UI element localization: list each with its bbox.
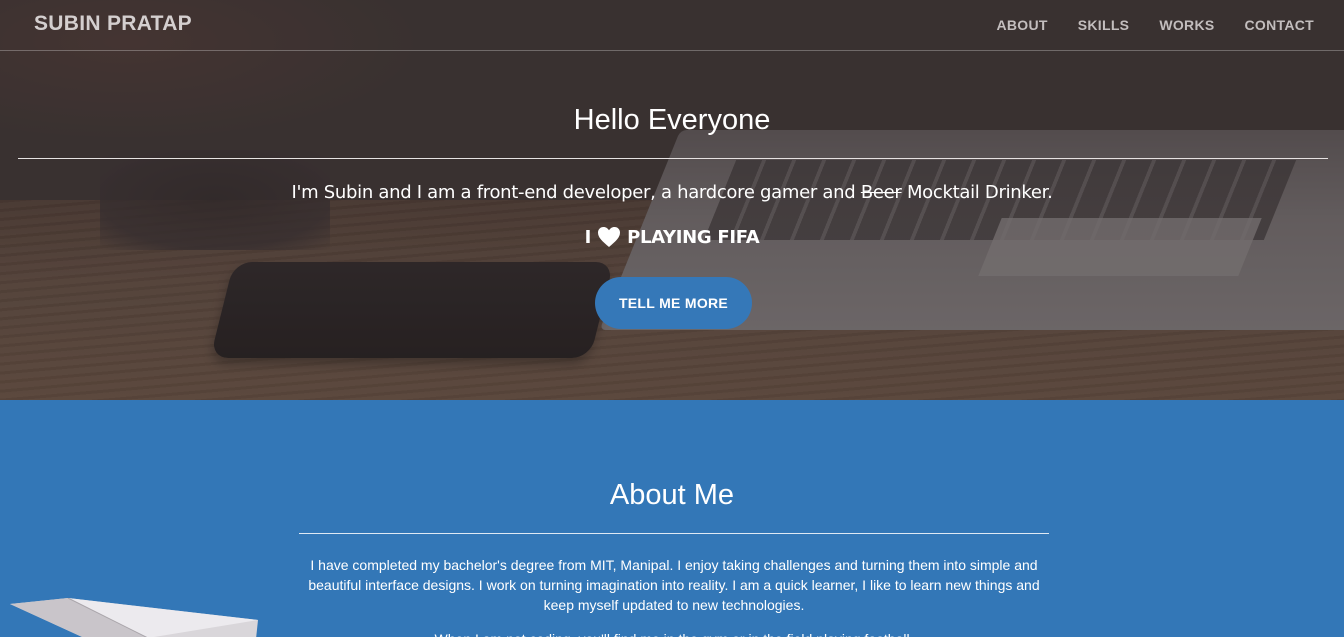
top-navbar: SUBIN PRATAP ABOUT SKILLS WORKS CONTACT <box>0 0 1344 51</box>
paper-plane-image <box>8 597 260 637</box>
tell-me-more-button[interactable]: TELL ME MORE <box>595 277 752 329</box>
brand-logo[interactable]: SUBIN PRATAP <box>34 12 192 36</box>
about-divider <box>299 533 1049 534</box>
love-prefix: I <box>584 226 592 248</box>
nav-link-works[interactable]: WORKS <box>1129 17 1214 33</box>
about-section: About Me I have completed my bachelor's … <box>0 400 1344 637</box>
about-paragraph-2: When I am not coding, you'll find me in … <box>299 629 1049 637</box>
intro-text-start: I'm Subin and I am a front-end developer… <box>291 182 861 203</box>
about-paragraph: I have completed my bachelor's degree fr… <box>308 557 1040 613</box>
hero-divider <box>18 158 1328 159</box>
intro-strikethrough-word: Beer <box>860 182 902 203</box>
hero-love-line: I PLAYING FIFA <box>0 226 1344 248</box>
nav-link-skills[interactable]: SKILLS <box>1048 17 1130 33</box>
hero-intro-text: I'm Subin and I am a front-end developer… <box>0 182 1344 203</box>
nav-link-contact[interactable]: CONTACT <box>1215 17 1315 33</box>
love-suffix: PLAYING FIFA <box>627 226 760 248</box>
intro-text-end: Mocktail Drinker. <box>901 182 1053 203</box>
about-title: About Me <box>609 479 735 511</box>
hero-section: SUBIN PRATAP ABOUT SKILLS WORKS CONTACT … <box>0 0 1344 400</box>
nav-link-about[interactable]: ABOUT <box>966 17 1047 33</box>
hero-title: Hello Everyone <box>573 104 771 136</box>
nav-links: ABOUT SKILLS WORKS CONTACT <box>966 17 1314 33</box>
heart-icon <box>597 226 621 248</box>
